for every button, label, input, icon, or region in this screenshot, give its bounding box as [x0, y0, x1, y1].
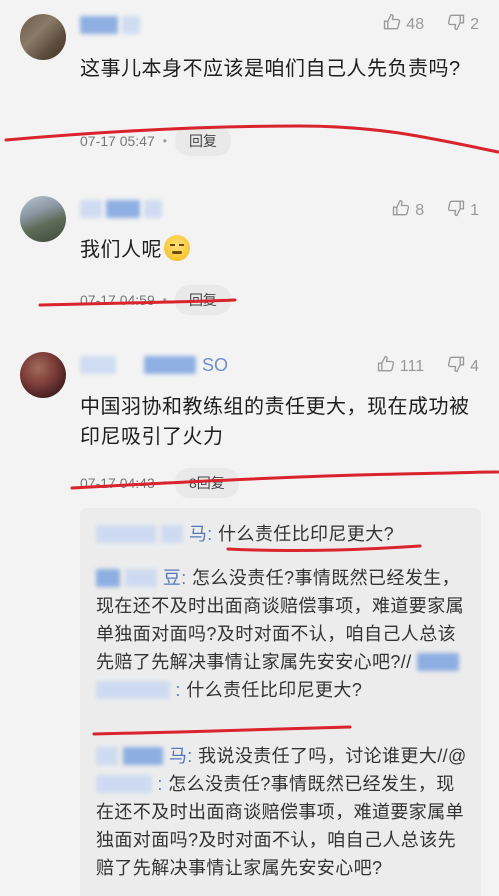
- thumbs-down-icon: [446, 198, 466, 223]
- thumbs-up-icon: [382, 12, 402, 37]
- avatar[interactable]: [20, 196, 66, 242]
- like-button[interactable]: 48: [382, 12, 424, 37]
- reply-text: 我说没责任了吗，讨论谁更大//@: [198, 746, 467, 766]
- comment-text-body: 我们人呢: [80, 239, 162, 261]
- reply-item[interactable]: 马: 什么责任比印尼更大?: [96, 520, 469, 548]
- comment-meta: 07-17 05:47 • 回复: [80, 126, 231, 156]
- comment-time: 07-17 04:43: [80, 475, 155, 491]
- avatar[interactable]: [20, 14, 66, 60]
- comment-time: 07-17 04:59: [80, 292, 155, 308]
- thumbs-up-icon: [376, 354, 396, 379]
- comment-text: 这事儿本身不应该是咱们自己人先负责吗?: [80, 58, 461, 80]
- grimace-emoji-icon: [164, 235, 190, 261]
- reply-quoted-text: 什么责任比印尼更大?: [186, 680, 363, 700]
- username-suffix: SO: [202, 354, 229, 375]
- comment-item: 48 2 这事儿本身不应该是咱们自己人先负责吗? 07-17 05:47 • 回…: [0, 0, 499, 160]
- username[interactable]: [80, 14, 140, 36]
- separator-dot: •: [162, 134, 167, 148]
- reply-author[interactable]: 马:: [169, 746, 193, 766]
- username[interactable]: SO: [80, 354, 228, 376]
- username[interactable]: [80, 198, 162, 220]
- thumbs-down-icon: [446, 12, 466, 37]
- reply-author[interactable]: 马:: [189, 524, 213, 544]
- comment-text: 我们人呢: [80, 235, 477, 265]
- comment-item: 8 1 我们人呢 07-17 04:59 • 回复: [0, 180, 499, 320]
- comment-actions: 111 4: [376, 354, 479, 379]
- separator-dot: •: [162, 293, 167, 307]
- comment-meta: 07-17 04:43 • 8回复: [80, 468, 239, 498]
- dislike-count: 2: [470, 15, 479, 33]
- like-button[interactable]: 111: [376, 354, 424, 379]
- thumbs-up-icon: [391, 198, 411, 223]
- dislike-button[interactable]: 4: [446, 354, 479, 379]
- comment-time: 07-17 05:47: [80, 133, 155, 149]
- reply-text: 什么责任比印尼更大?: [218, 524, 395, 544]
- separator-dot: •: [162, 476, 167, 490]
- avatar[interactable]: [20, 352, 66, 398]
- like-count: 8: [415, 201, 425, 219]
- like-count: 48: [406, 15, 425, 33]
- dislike-count: 4: [470, 357, 479, 375]
- dislike-button[interactable]: 2: [446, 12, 479, 37]
- dislike-button[interactable]: 1: [446, 198, 479, 223]
- comment-meta: 07-17 04:59 • 回复: [80, 285, 231, 315]
- comment-actions: 48 2: [382, 12, 479, 37]
- like-button[interactable]: 8: [391, 198, 424, 223]
- reply-mention[interactable]: :: [157, 774, 162, 794]
- like-count: 111: [399, 357, 425, 375]
- comment-actions: 8 1: [391, 198, 479, 223]
- reply-item[interactable]: 豆: 怎么没责任?事情既然已经发生，现在还不及时出面商谈赔偿事项，难道要家属单独…: [96, 564, 469, 704]
- reply-item[interactable]: 马: 我说没责任了吗，讨论谁更大//@ : 怎么没责任?事情既然已经发生，现在还…: [96, 742, 469, 882]
- reply-button[interactable]: 回复: [174, 126, 231, 156]
- reply-button[interactable]: 回复: [174, 285, 231, 315]
- reply-button[interactable]: 8回复: [174, 468, 239, 498]
- dislike-count: 1: [470, 201, 479, 219]
- comment-text: 中国羽协和教练组的责任更大，现在成功被印尼吸引了火力: [80, 396, 470, 448]
- reply-thread: 马: 什么责任比印尼更大? 豆: 怎么没责任?事情既然已经发生，现在还不及时出面…: [80, 508, 481, 896]
- comment-item: SO 111 4 中国羽协和教练组的责任更大，现在成功被印尼吸引了火力 07-1…: [0, 340, 499, 500]
- reply-author[interactable]: 豆:: [163, 568, 187, 588]
- thumbs-down-icon: [446, 354, 466, 379]
- reply-mention[interactable]: :: [175, 680, 180, 700]
